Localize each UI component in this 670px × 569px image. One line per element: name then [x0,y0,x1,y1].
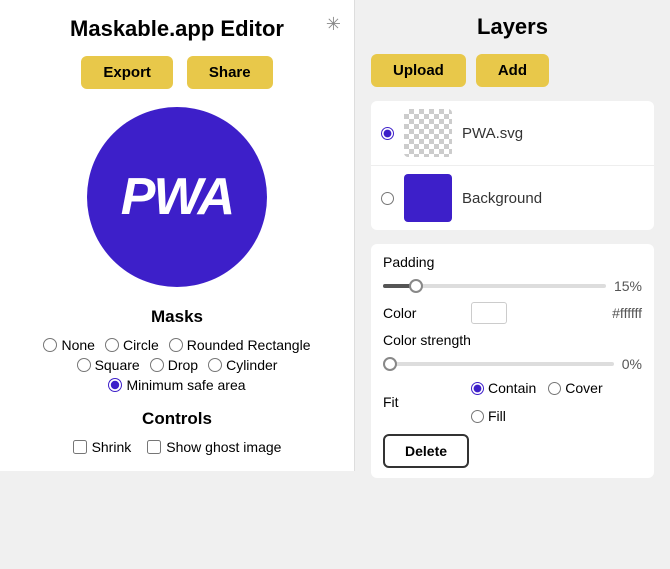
mask-square-option[interactable]: Square [77,357,140,373]
layers-toolbar: Upload Add [371,54,654,87]
controls-title: Controls [142,409,212,429]
layers-list: PWA.svg Background [371,101,654,230]
fit-label: Fit [383,394,463,410]
mask-rounded-rect-radio[interactable] [169,338,183,352]
icon-preview: PWA [87,107,267,287]
mask-square-label: Square [95,357,140,373]
layer-item-background[interactable]: Background [371,166,654,230]
properties-section: Padding 15% Color #ffffff Color strength… [371,244,654,478]
mask-circle-option[interactable]: Circle [105,337,159,353]
masks-title: Masks [151,307,203,327]
mask-min-safe-label: Minimum safe area [126,377,245,393]
shrink-label: Shrink [92,439,132,455]
color-strength-label-row: Color strength [383,332,642,348]
color-strength-label: Color strength [383,332,471,348]
fit-options: Contain Cover Fill [471,380,642,424]
mask-circle-radio[interactable] [105,338,119,352]
shrink-checkbox[interactable] [73,440,87,454]
mask-none-option[interactable]: None [43,337,94,353]
ghost-checkbox[interactable] [147,440,161,454]
padding-label: Padding [383,254,463,270]
mask-circle-label: Circle [123,337,159,353]
mask-drop-option[interactable]: Drop [150,357,198,373]
padding-row: Padding [383,254,642,270]
mask-cylinder-radio[interactable] [208,358,222,372]
theme-icon[interactable]: ✳ [326,14,341,35]
color-swatch[interactable] [471,302,507,324]
padding-slider-row: 15% [383,278,642,294]
left-panel: ✳ Maskable.app Editor Export Share PWA M… [0,0,355,471]
mask-drop-radio[interactable] [150,358,164,372]
fit-cover-option[interactable]: Cover [548,380,602,396]
mask-cylinder-label: Cylinder [226,357,277,373]
delete-button[interactable]: Delete [383,434,469,468]
color-row: Color #ffffff [383,302,642,324]
mask-cylinder-option[interactable]: Cylinder [208,357,277,373]
mask-square-radio[interactable] [77,358,91,372]
controls-group: Shrink Show ghost image [73,439,282,455]
layer-bg-radio[interactable] [381,192,394,205]
fit-cover-radio[interactable] [548,382,561,395]
right-panel: Layers Upload Add PWA.svg Background Pad… [355,0,670,569]
add-button[interactable]: Add [476,54,549,87]
layer-bg-name: Background [462,190,644,207]
toolbar: Export Share [81,56,272,89]
layer-bg-thumb [404,174,452,222]
color-strength-slider-row: 0% [383,356,642,372]
export-button[interactable]: Export [81,56,173,89]
mask-min-safe-option[interactable]: Minimum safe area [108,377,245,393]
mask-none-label: None [61,337,94,353]
ghost-option[interactable]: Show ghost image [147,439,281,455]
color-strength-slider-track[interactable] [383,362,614,366]
layer-svg-radio[interactable] [381,127,394,140]
padding-slider-thumb[interactable] [409,279,423,293]
padding-value: 15% [614,278,642,294]
upload-button[interactable]: Upload [371,54,466,87]
fit-row: Fit Contain Cover Fill [383,380,642,424]
color-value: #ffffff [612,305,642,321]
share-button[interactable]: Share [187,56,273,89]
layer-svg-name: PWA.svg [462,125,644,142]
layer-svg-thumb [404,109,452,157]
masks-group: None Circle Rounded Rectangle Square Dro… [20,337,334,393]
color-strength-value: 0% [622,356,642,372]
app-title: Maskable.app Editor [70,16,284,42]
fit-cover-label: Cover [565,380,602,396]
fit-fill-label: Fill [488,408,506,424]
mask-rounded-rect-option[interactable]: Rounded Rectangle [169,337,311,353]
fit-fill-radio[interactable] [471,410,484,423]
color-strength-slider-thumb[interactable] [383,357,397,371]
mask-rounded-rect-label: Rounded Rectangle [187,337,311,353]
fit-contain-option[interactable]: Contain [471,380,536,396]
color-label: Color [383,305,463,321]
fit-fill-option[interactable]: Fill [471,408,506,424]
padding-slider-track[interactable] [383,284,606,288]
fit-contain-label: Contain [488,380,536,396]
mask-drop-label: Drop [168,357,198,373]
ghost-label: Show ghost image [166,439,281,455]
pwa-logo-text: PWA [121,167,233,227]
mask-none-radio[interactable] [43,338,57,352]
fit-contain-radio[interactable] [471,382,484,395]
layers-title: Layers [371,14,654,40]
layer-item-svg[interactable]: PWA.svg [371,101,654,166]
shrink-option[interactable]: Shrink [73,439,132,455]
mask-min-safe-radio[interactable] [108,378,122,392]
